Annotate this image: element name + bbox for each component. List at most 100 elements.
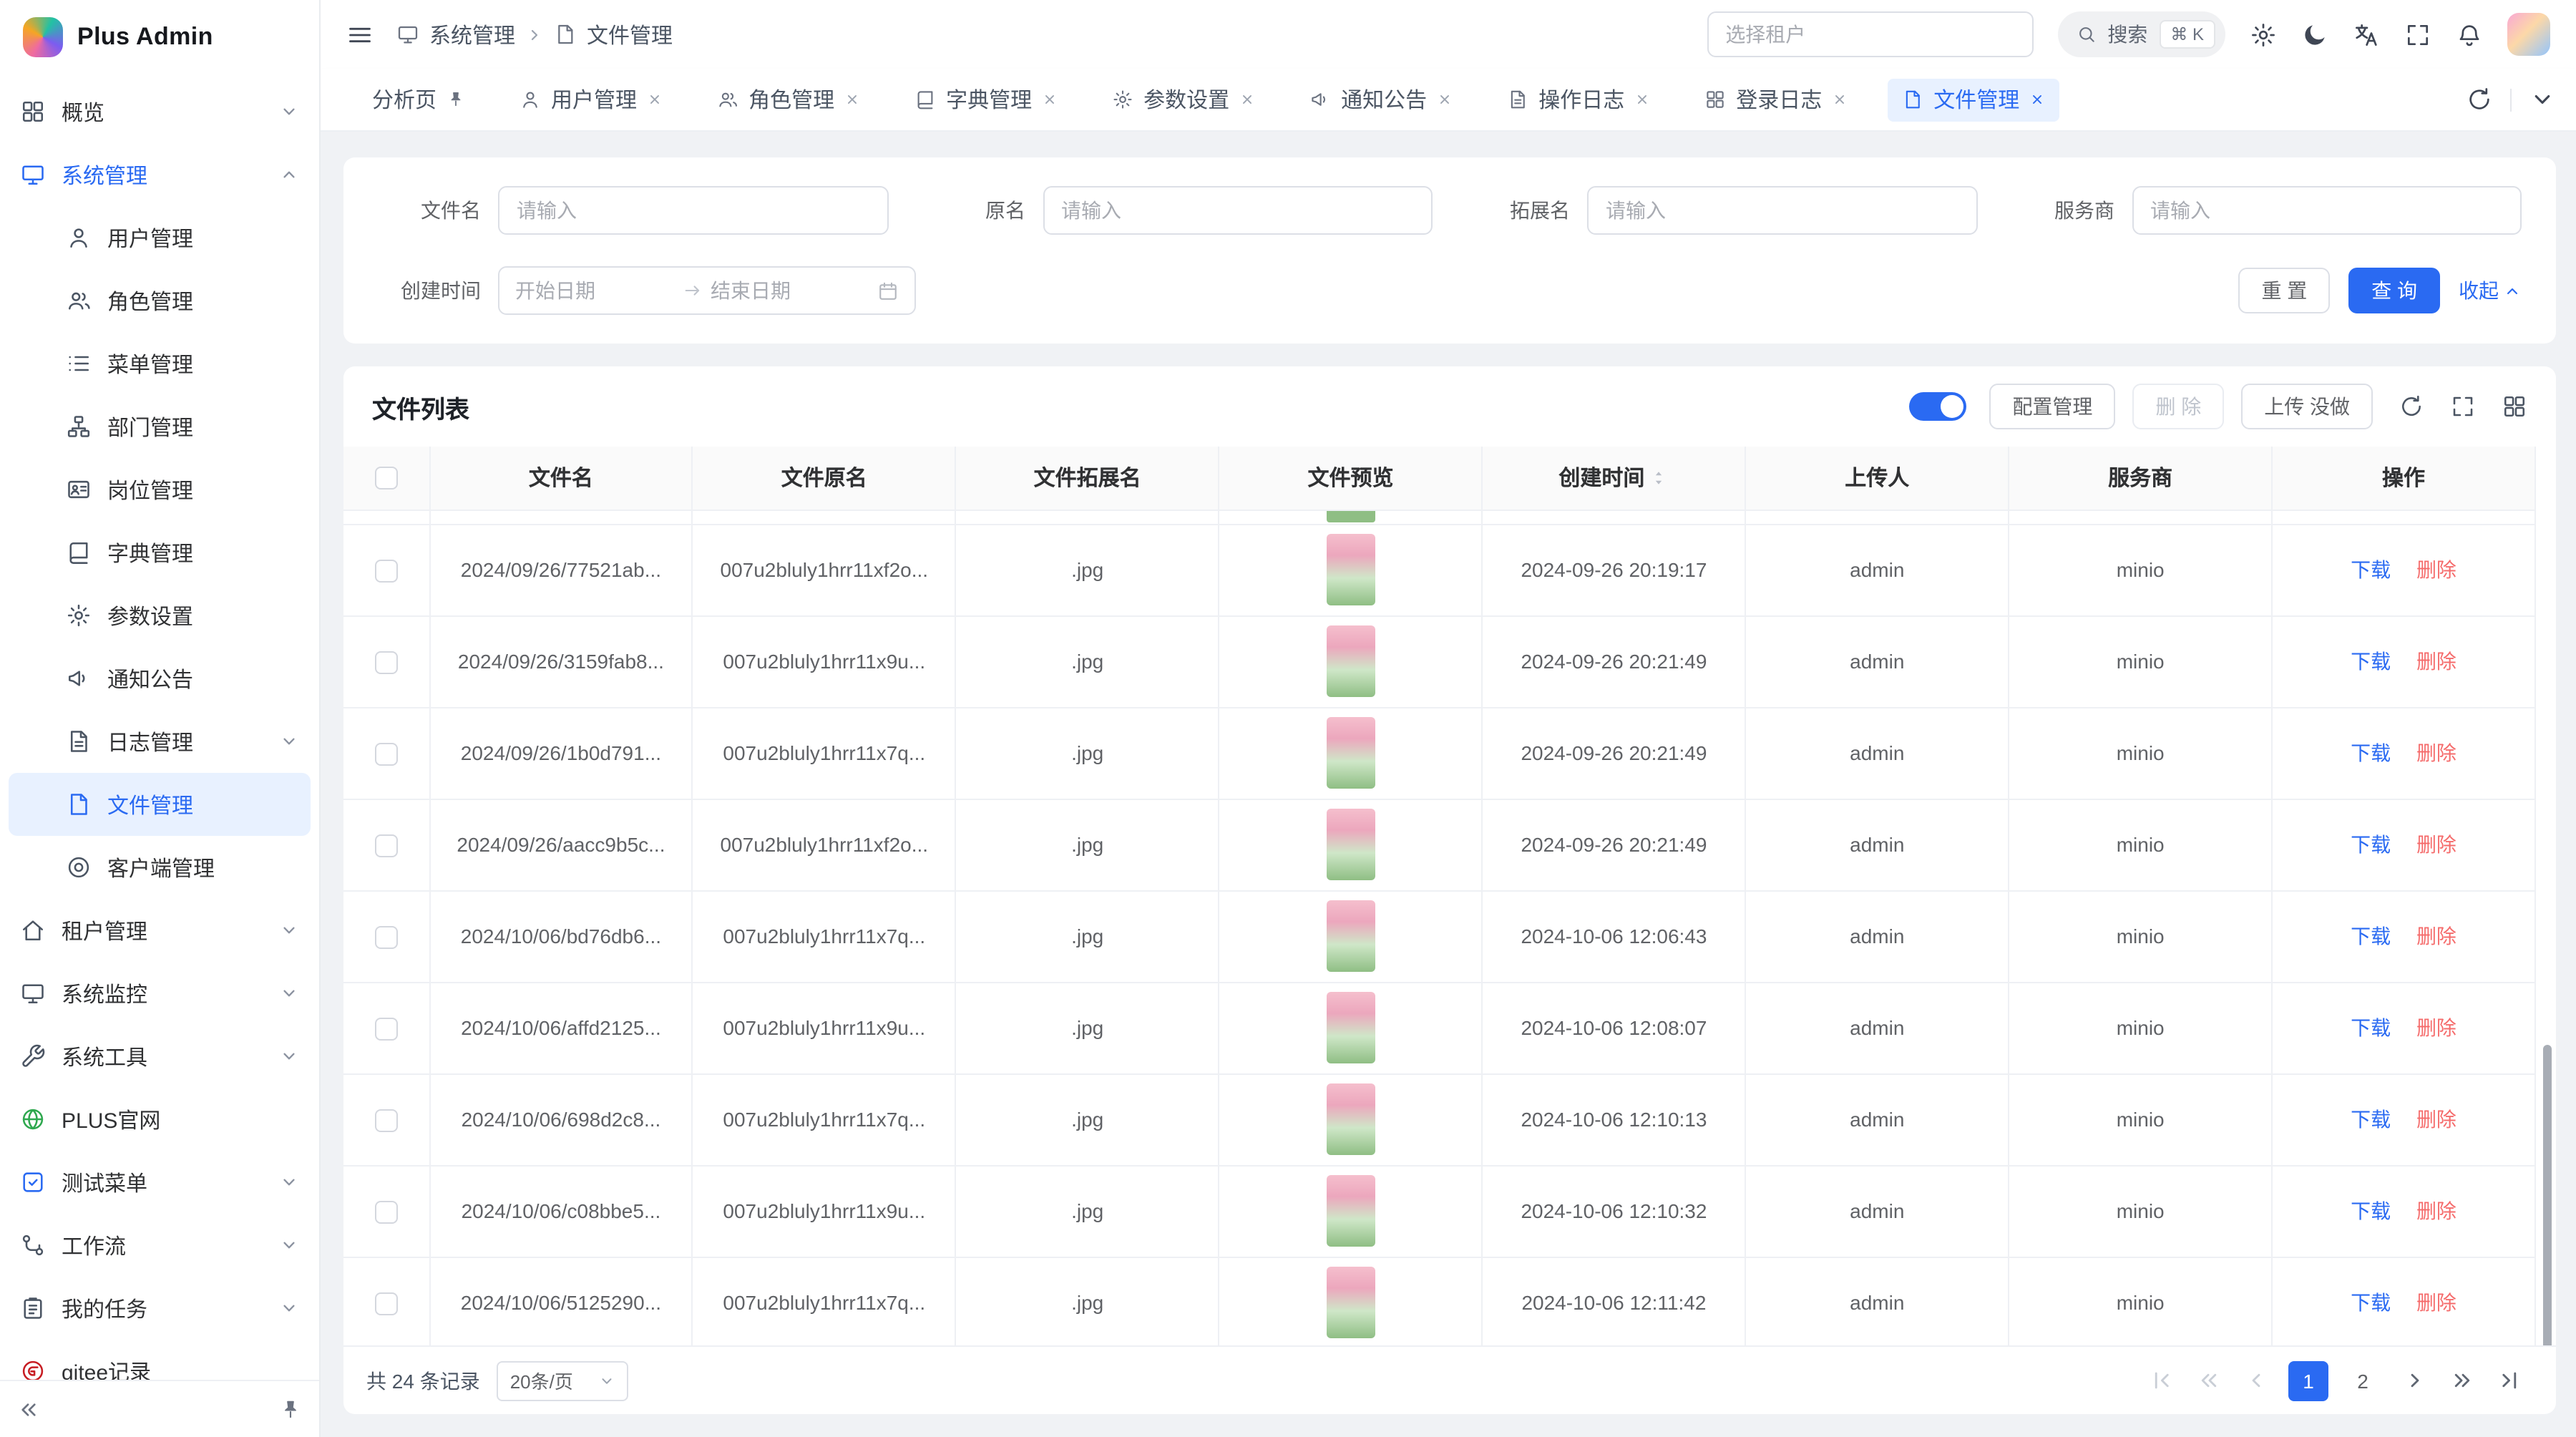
file-preview-thumbnail[interactable]: [1327, 900, 1375, 972]
tab[interactable]: 操作日志: [1493, 78, 1664, 121]
download-link[interactable]: 下载: [2351, 1016, 2391, 1039]
download-link[interactable]: 下载: [2351, 1108, 2391, 1131]
page-size-select[interactable]: 20条/页: [497, 1360, 629, 1401]
download-link[interactable]: 下载: [2351, 650, 2391, 673]
table-row[interactable]: 2024/10/06/c08bbe5... 007u2bluly1hrr11x9…: [343, 1165, 2535, 1257]
tab-options-chevron-icon[interactable]: [2529, 86, 2556, 113]
file-preview-thumbnail[interactable]: [1327, 534, 1375, 605]
table-row[interactable]: 2024/10/06/affd2125... 007u2bluly1hrr11x…: [343, 982, 2535, 1073]
close-icon[interactable]: [1437, 92, 1453, 107]
column-header[interactable]: 操作: [2272, 447, 2535, 510]
column-header[interactable]: 文件拓展名: [956, 447, 1219, 510]
file-preview-thumbnail[interactable]: [1327, 625, 1375, 697]
search-button[interactable]: 查 询: [2348, 268, 2440, 313]
sidebar-item[interactable]: 字典管理: [0, 521, 319, 584]
notifications-bell-icon[interactable]: [2456, 21, 2483, 48]
sidebar-item[interactable]: 测试菜单: [0, 1151, 319, 1214]
table-row[interactable]: 2024/10/06/698d2c8... 007u2bluly1hrr11x7…: [343, 1073, 2535, 1165]
sidebar-item[interactable]: 系统工具: [0, 1025, 319, 1088]
breadcrumb-item-parent[interactable]: 系统管理: [429, 19, 515, 49]
column-header[interactable]: 创建时间: [1483, 447, 1746, 510]
sidebar-item[interactable]: 系统管理: [0, 143, 319, 206]
pin-sidebar-icon[interactable]: [279, 1398, 302, 1421]
filter-input[interactable]: [1587, 186, 1977, 235]
sidebar-item[interactable]: 文件管理: [9, 773, 311, 836]
row-checkbox[interactable]: [375, 1109, 398, 1131]
sidebar-item[interactable]: gitee记录: [0, 1340, 319, 1380]
settings-gear-icon[interactable]: [2250, 21, 2277, 48]
tab[interactable]: 用户管理: [505, 78, 677, 121]
sort-icon[interactable]: [1649, 469, 1669, 489]
close-icon[interactable]: [647, 92, 663, 107]
first-page-icon[interactable]: [2150, 1368, 2174, 1393]
sidebar-item[interactable]: 参数设置: [0, 584, 319, 647]
tab[interactable]: 角色管理: [703, 78, 874, 121]
table-row[interactable]: 2024/09/26/77521ab... 007u2bluly1hrr11xf…: [343, 524, 2535, 615]
tab[interactable]: 文件管理: [1888, 78, 2059, 121]
sidebar-item[interactable]: 部门管理: [0, 395, 319, 458]
table-scrollbar-thumb[interactable]: [2543, 1045, 2552, 1345]
row-checkbox[interactable]: [375, 1200, 398, 1223]
sidebar-item[interactable]: 概览: [0, 80, 319, 143]
row-checkbox[interactable]: [375, 559, 398, 582]
global-search[interactable]: 搜索 ⌘ K: [2057, 11, 2225, 57]
download-link[interactable]: 下载: [2351, 558, 2391, 581]
table-row[interactable]: 2024/09/26/aacc9b5c... 007u2bluly1hrr11x…: [343, 799, 2535, 890]
sidebar-item[interactable]: 系统监控: [0, 962, 319, 1025]
file-preview-thumbnail[interactable]: [1327, 717, 1375, 789]
table-row[interactable]: 2024/09/26/1b0d791... 007u2bluly1hrr11x7…: [343, 707, 2535, 799]
sidebar-item[interactable]: 通知公告: [0, 647, 319, 710]
row-checkbox[interactable]: [375, 925, 398, 948]
download-link[interactable]: 下载: [2351, 1199, 2391, 1222]
collapse-filters-link[interactable]: 收起: [2459, 276, 2522, 305]
column-settings-icon[interactable]: [2502, 394, 2527, 419]
filter-input[interactable]: [498, 186, 888, 235]
sidebar-item[interactable]: 角色管理: [0, 269, 319, 332]
delete-link[interactable]: 删除: [2416, 833, 2457, 856]
download-link[interactable]: 下载: [2351, 833, 2391, 856]
tab[interactable]: 通知公告: [1295, 78, 1467, 121]
sidebar-item[interactable]: PLUS官网: [0, 1088, 319, 1151]
collapse-sidebar-icon[interactable]: [17, 1398, 40, 1421]
column-header[interactable]: 服务商: [2009, 447, 2272, 510]
sidebar-item[interactable]: 租户管理: [0, 899, 319, 962]
dark-mode-moon-icon[interactable]: [2301, 21, 2328, 48]
column-header[interactable]: 文件原名: [693, 447, 956, 510]
row-checkbox[interactable]: [375, 834, 398, 857]
download-link[interactable]: 下载: [2351, 1291, 2391, 1314]
column-header[interactable]: 文件名: [429, 447, 693, 510]
next-pages-icon[interactable]: [2450, 1368, 2474, 1393]
next-page-icon[interactable]: [2403, 1368, 2427, 1393]
row-checkbox[interactable]: [375, 1017, 398, 1040]
search-bar-toggle[interactable]: [1909, 392, 1966, 421]
refresh-table-icon[interactable]: [2399, 394, 2424, 419]
row-checkbox[interactable]: [375, 742, 398, 765]
delete-link[interactable]: 删除: [2416, 558, 2457, 581]
fullscreen-icon[interactable]: [2404, 21, 2431, 48]
last-page-icon[interactable]: [2497, 1368, 2522, 1393]
close-icon[interactable]: [1042, 92, 1058, 107]
upload-button[interactable]: 上传 没做: [2241, 384, 2373, 429]
close-icon[interactable]: [1239, 92, 1255, 107]
batch-delete-button[interactable]: 删 除: [2132, 384, 2224, 429]
file-preview-thumbnail[interactable]: [1327, 809, 1375, 880]
row-checkbox[interactable]: [375, 651, 398, 673]
delete-link[interactable]: 删除: [2416, 741, 2457, 764]
column-header[interactable]: 上传人: [1745, 447, 2009, 510]
table-row[interactable]: 2024/10/06/bd76db6... 007u2bluly1hrr11x7…: [343, 890, 2535, 982]
date-range-input[interactable]: 开始日期 结束日期: [498, 266, 916, 315]
page-number[interactable]: 1: [2288, 1360, 2328, 1401]
download-link[interactable]: 下载: [2351, 741, 2391, 764]
file-preview-thumbnail[interactable]: [1327, 1267, 1375, 1338]
delete-link[interactable]: 删除: [2416, 925, 2457, 948]
tenant-select[interactable]: [1707, 11, 2033, 57]
download-link[interactable]: 下载: [2351, 925, 2391, 948]
table-fullscreen-icon[interactable]: [2450, 394, 2476, 419]
filter-input[interactable]: [2132, 186, 2522, 235]
delete-link[interactable]: 删除: [2416, 1016, 2457, 1039]
tab[interactable]: 登录日志: [1690, 78, 1862, 121]
table-row[interactable]: 2024/09/26/3159fab8... 007u2bluly1hrr11x…: [343, 615, 2535, 707]
column-header[interactable]: 文件预览: [1219, 447, 1483, 510]
close-icon[interactable]: [1634, 92, 1650, 107]
sidebar-item[interactable]: 工作流: [0, 1214, 319, 1277]
